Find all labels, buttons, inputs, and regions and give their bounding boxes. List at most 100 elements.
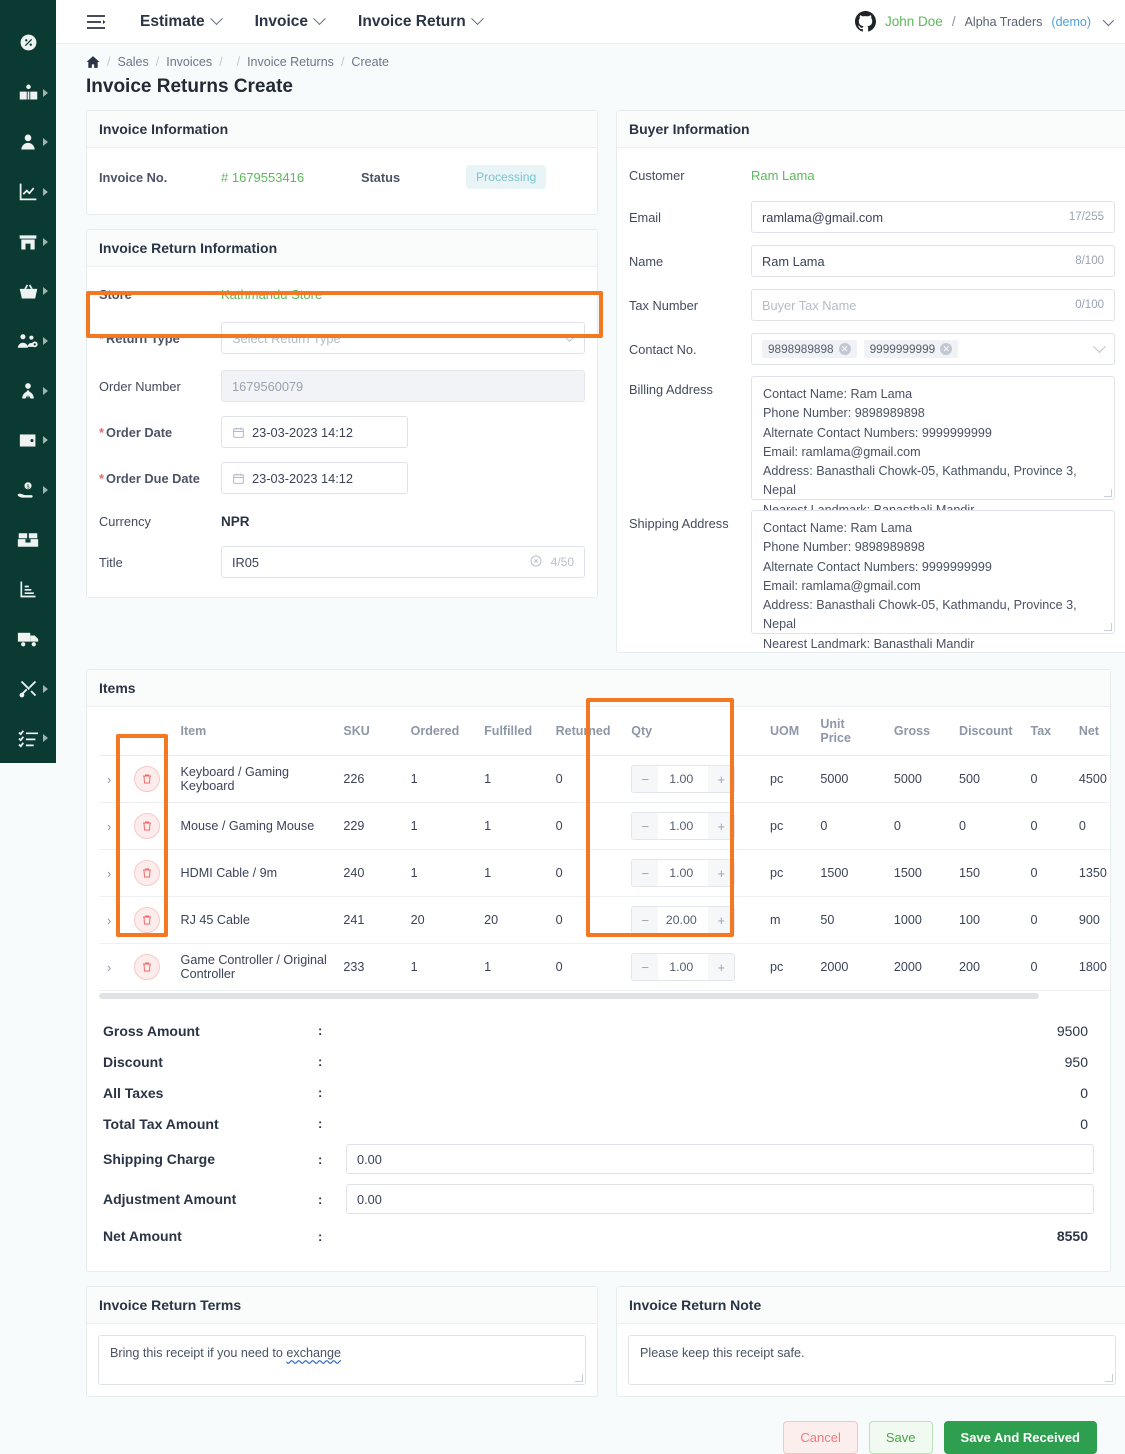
sidebar-item-team[interactable] [0,316,56,366]
expand-row-cell[interactable]: › [99,943,127,991]
qty-increment-button[interactable]: + [708,860,735,886]
qty-decrement-button[interactable]: − [632,907,659,933]
topnav-invoice[interactable]: Invoice [255,12,326,31]
cell-sku: 233 [335,943,403,991]
quantity-stepper[interactable]: −1.00 + [631,859,736,887]
quantity-stepper[interactable]: −1.00 + [631,812,736,840]
expand-row-cell[interactable]: › [99,896,127,944]
adjustment-amount-input[interactable]: 0.00 [346,1184,1094,1214]
sidebar-item-catalog[interactable] [0,68,56,118]
items-horizontal-scrollbar[interactable] [99,993,1039,999]
delete-row-cell[interactable] [126,802,173,850]
order-date-input[interactable]: 23-03-2023 14:12 [221,416,408,448]
chevron-right-icon[interactable]: › [107,819,111,834]
chevron-right-icon[interactable]: › [107,866,111,881]
delete-row-cell[interactable] [126,755,173,803]
chevron-right-icon[interactable]: › [107,960,111,975]
sidebar-item-tools[interactable] [0,664,56,714]
qty-decrement-button[interactable]: − [632,860,659,886]
home-icon[interactable] [86,55,100,69]
app-root: $ Estimate Invoice Invoice Return John D… [0,0,1125,1454]
chevron-right-icon[interactable]: › [107,913,111,928]
expand-row-cell[interactable]: › [99,802,127,850]
email-field[interactable]: ramlama@gmail.com 17/255 [751,201,1115,233]
topnav-invoice-return[interactable]: Invoice Return [358,12,484,31]
trash-icon[interactable] [134,766,161,792]
qty-decrement-button[interactable]: − [632,813,659,839]
expand-row-cell[interactable]: › [99,849,127,897]
sidebar-item-sales[interactable] [0,266,56,316]
contact-no-select[interactable]: 9898989898 ✕ 9999999999 ✕ [751,333,1115,365]
delete-row-cell[interactable] [126,943,173,991]
sidebar-item-tasks[interactable] [0,713,56,763]
tax-number-field[interactable]: Buyer Tax Name 0/100 [751,289,1115,321]
return-type-select[interactable]: Select Return Type [221,322,585,354]
col-fulfilled: Fulfilled [476,707,548,756]
cell-gross: 0 [885,802,952,850]
qty-increment-button[interactable]: + [708,907,735,933]
qty-decrement-button[interactable]: − [632,766,659,792]
shipping-address-label: Shipping Address [629,516,729,531]
sidebar-item-dashboard[interactable] [0,18,56,68]
sidebar-item-store[interactable] [0,217,56,267]
qty-value[interactable]: 1.00 [658,819,709,833]
contact-tag[interactable]: 9999999999 ✕ [863,340,959,358]
qty-increment-button[interactable]: + [708,954,735,980]
trash-icon[interactable] [134,907,161,933]
total-row-net-amount: Net Amount : 8550 [103,1219,1094,1253]
hamburger-icon[interactable] [86,14,112,30]
qty-increment-button[interactable]: + [708,813,735,839]
quantity-stepper[interactable]: −20.00 + [631,906,736,934]
user-menu[interactable]: John Doe / Alpha Traders (demo) [855,11,1115,32]
clear-icon[interactable] [530,555,542,570]
title-input[interactable]: IR05 4/50 [221,546,585,578]
breadcrumb-item-invoices[interactable]: Invoices [166,55,212,69]
remove-tag-icon[interactable]: ✕ [940,343,953,355]
expand-row-cell[interactable]: › [99,755,127,803]
cell-returned: 0 [547,755,624,803]
quantity-stepper[interactable]: −1.00 + [631,953,736,981]
trash-icon[interactable] [134,860,161,886]
contact-tag-label: 9999999999 [869,342,936,356]
sidebar-item-delivery[interactable] [0,614,56,664]
contact-tag[interactable]: 9898989898 ✕ [762,340,857,358]
topnav-estimate[interactable]: Estimate [140,12,223,31]
sidebar-item-inventory[interactable] [0,515,56,565]
qty-value[interactable]: 1.00 [658,772,709,786]
shipping-address-textarea[interactable]: Contact Name: Ram Lama Phone Number: 989… [751,510,1115,651]
qty-increment-button[interactable]: + [708,766,735,792]
sidebar-item-hr[interactable] [0,366,56,416]
quantity-stepper[interactable]: −1.00 + [631,765,736,793]
trash-icon[interactable] [134,954,161,980]
sidebar-item-wallet[interactable] [0,415,56,465]
save-button[interactable]: Save [868,1421,933,1454]
sidebar-item-analytics[interactable] [0,167,56,217]
shipping-charge-input[interactable]: 0.00 [346,1144,1094,1174]
total-label: Discount [103,1053,163,1070]
qty-value[interactable]: 20.00 [658,913,709,927]
note-textarea[interactable]: Please keep this receipt safe. [628,1335,1116,1385]
delete-row-cell[interactable] [126,849,173,897]
trash-icon[interactable] [134,813,161,839]
breadcrumb-item-create[interactable]: Create [351,55,389,69]
billing-address-textarea[interactable]: Contact Name: Ram Lama Phone Number: 989… [751,376,1115,517]
remove-tag-icon[interactable]: ✕ [838,343,851,355]
delete-row-cell[interactable] [126,896,173,944]
qty-value[interactable]: 1.00 [658,866,709,880]
breadcrumb-item-sales[interactable]: Sales [117,55,148,69]
terms-textarea[interactable]: Bring this receipt if you need to exchan… [98,1335,586,1385]
sidebar-item-payment[interactable]: $ [0,465,56,515]
buyer-name-field[interactable]: Ram Lama 8/100 [751,245,1115,277]
chevron-right-icon[interactable]: › [107,772,111,787]
email-value: ramlama@gmail.com [762,209,884,225]
breadcrumb-item-invoice-returns[interactable]: Invoice Returns [247,55,334,69]
sidebar-item-customer[interactable] [0,117,56,167]
sidebar-item-reports[interactable] [0,564,56,614]
qty-decrement-button[interactable]: − [632,954,659,980]
items-table-wrap: Item SKU Ordered Fulfilled Returned Qty … [87,707,1110,1009]
qty-value[interactable]: 1.00 [658,960,709,974]
buyer-name-label: Name [629,253,664,269]
order-due-date-input[interactable]: 23-03-2023 14:12 [221,462,408,494]
save-and-received-button[interactable]: Save And Received [943,1421,1097,1454]
cancel-button[interactable]: Cancel [783,1421,858,1454]
